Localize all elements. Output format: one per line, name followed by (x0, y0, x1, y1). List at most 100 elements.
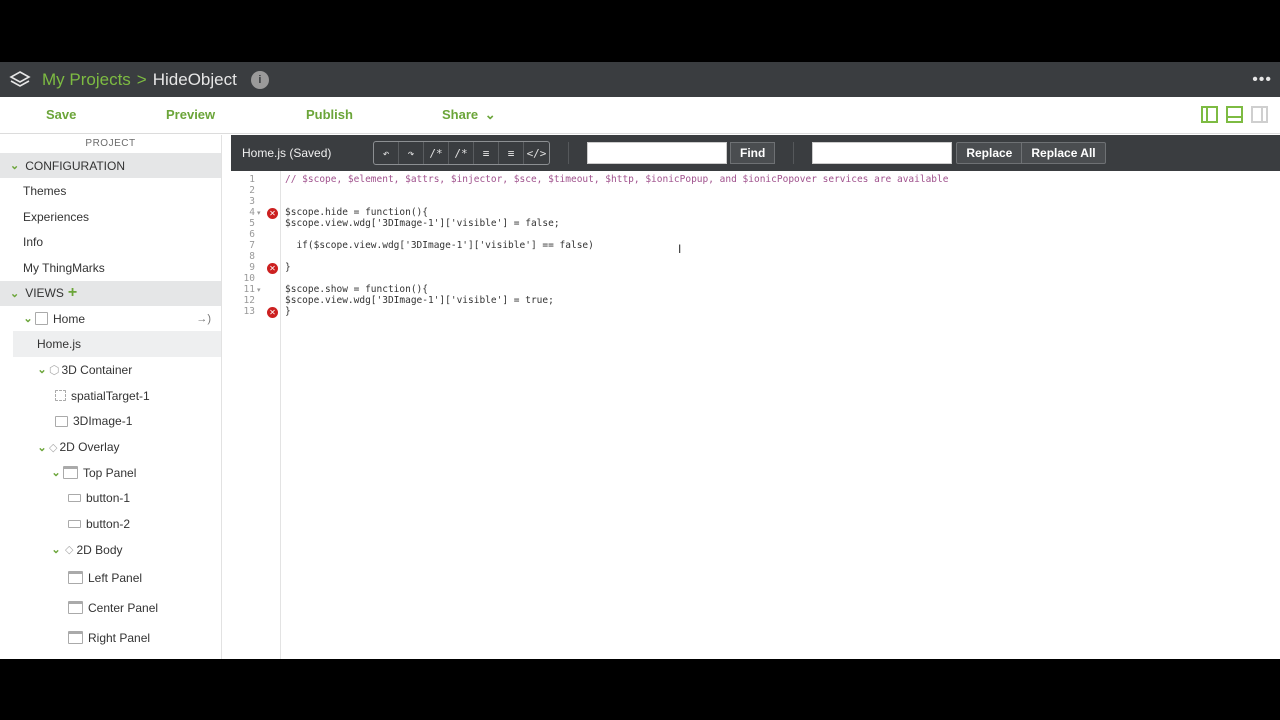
configuration-label: CONFIGURATION (25, 158, 125, 173)
fold-arrow-icon[interactable]: ▾ (257, 286, 261, 294)
tree-item-right-panel[interactable]: Right Panel (0, 623, 221, 653)
views-section-header[interactable]: ⌄ VIEWS + (0, 280, 221, 306)
tree-item-3dimage-1[interactable]: 3DImage-1 (0, 409, 221, 435)
button-widget-icon (68, 494, 81, 503)
undo-icon[interactable]: ↶ (374, 142, 399, 164)
comment-icon[interactable]: /* (424, 142, 449, 164)
line-number: 2 (249, 185, 255, 196)
replace-input[interactable] (812, 142, 953, 164)
breadcrumb-my-projects[interactable]: My Projects (42, 70, 131, 90)
tree-item-home[interactable]: ⌄ Home →) (0, 306, 221, 332)
line-number: 8 (249, 251, 255, 262)
outdent-icon[interactable]: ≡ (499, 142, 524, 164)
tree-item-button-1[interactable]: button-1 (0, 486, 221, 512)
replace-all-button[interactable]: Replace All (1022, 142, 1106, 164)
line-number: 1 (249, 174, 255, 185)
navigate-arrow-icon[interactable]: →) (196, 313, 211, 325)
project-title: HideObject (152, 69, 237, 89)
tree-item-2d-overlay[interactable]: ⌄ ◇ 2D Overlay (0, 434, 221, 460)
layers-icon: ◇ (49, 441, 58, 454)
editor-file-title: Home.js (Saved) (242, 146, 332, 160)
chevron-down-icon: ⌄ (23, 313, 33, 326)
tree-label-left-panel: Left Panel (88, 570, 143, 585)
error-marker-icon[interactable]: ✕ (267, 208, 278, 219)
button-widget-icon (68, 520, 81, 529)
preview-button[interactable]: Preview (166, 107, 215, 122)
views-label: VIEWS (25, 286, 64, 301)
tree-item-3d-container[interactable]: ⌄ ⬡ 3D Container (0, 357, 221, 383)
tree-item-left-panel[interactable]: Left Panel (0, 563, 221, 593)
target-icon (55, 390, 66, 402)
sidebar-item-themes[interactable]: Themes (0, 178, 221, 204)
uncomment-icon[interactable]: /* (449, 142, 474, 164)
code-format-icon[interactable]: </> (524, 142, 549, 164)
more-options-icon[interactable]: ••• (1252, 71, 1272, 89)
cube-icon: ⬡ (49, 362, 60, 377)
replace-button[interactable]: Replace (956, 142, 1023, 164)
code-line: } (285, 306, 291, 317)
tree-label-button-2: button-2 (86, 517, 131, 532)
fold-arrow-icon[interactable]: ▾ (257, 209, 261, 217)
code-line: $scope.view.wdg['3DImage-1']['visible'] … (285, 295, 554, 306)
find-input[interactable] (587, 142, 727, 164)
code-line: if($scope.view.wdg['3DImage-1']['visible… (285, 240, 594, 251)
tree-label-top-panel: Top Panel (83, 465, 137, 480)
redo-icon[interactable]: ↷ (399, 142, 424, 164)
code-line: } (285, 262, 291, 273)
code-line: $scope.show = function(){ (285, 284, 428, 295)
left-panel-layout-icon[interactable] (1201, 106, 1218, 123)
image-icon (55, 415, 68, 427)
publish-button[interactable]: Publish (306, 107, 353, 122)
action-bar: Save Preview Publish Share ⌄ (0, 97, 1280, 134)
chevron-down-icon: ⌄ (51, 544, 61, 557)
chevron-down-icon: ⌄ (10, 160, 20, 172)
sidebar-item-info[interactable]: Info (0, 229, 221, 255)
tree-item-center-panel[interactable]: Center Panel (0, 593, 221, 623)
layers-icon: ◇ (65, 544, 74, 557)
line-number: 13 (243, 306, 255, 317)
tree-item-top-panel[interactable]: ⌄ Top Panel (0, 460, 221, 486)
project-info-icon[interactable]: i (250, 70, 269, 89)
code-line: $scope.view.wdg['3DImage-1']['visible'] … (285, 218, 560, 229)
tree-label-3dimage-1: 3DImage-1 (73, 414, 133, 429)
tree-label-home: Home (53, 311, 86, 326)
sidebar-item-experiences[interactable]: Experiences (0, 204, 221, 230)
sidebar-title: PROJECT (85, 138, 136, 149)
line-number: 9 (249, 262, 255, 273)
text-cursor-icon: I (678, 242, 682, 256)
tree-label-home-js: Home.js (37, 337, 82, 352)
line-number: 4 (249, 207, 255, 218)
add-view-icon[interactable]: + (68, 284, 77, 302)
indent-icon[interactable]: ≡ (474, 142, 499, 164)
configuration-section-header[interactable]: ⌄ CONFIGURATION (0, 153, 221, 178)
code-area[interactable]: // $scope, $element, $attrs, $injector, … (281, 171, 1280, 659)
sidebar-item-my-thingmarks[interactable]: My ThingMarks (0, 255, 221, 281)
right-panel-layout-icon[interactable] (1251, 106, 1268, 123)
tree-item-home-js[interactable]: Home.js (13, 331, 221, 358)
layers-logo-icon[interactable] (8, 68, 32, 92)
tree-label-center-panel: Center Panel (88, 600, 159, 615)
line-number: 3 (249, 196, 255, 207)
error-marker-icon[interactable]: ✕ (267, 307, 278, 318)
layout-toggle-group (1201, 106, 1268, 123)
share-button[interactable]: Share ⌄ (442, 107, 496, 123)
panel-icon (68, 631, 83, 645)
error-marker-icon[interactable]: ✕ (267, 263, 278, 274)
editor-toolbar: Home.js (Saved) ↶ ↷ /* /* ≡ ≡ </> Find R… (231, 135, 1280, 171)
save-button[interactable]: Save (46, 107, 76, 122)
code-editor: Home.js (Saved) ↶ ↷ /* /* ≡ ≡ </> Find R… (231, 135, 1280, 659)
code-line: // $scope, $element, $attrs, $injector, … (285, 174, 949, 185)
share-label: Share (442, 107, 479, 122)
line-number: 6 (249, 229, 255, 240)
line-number: 11 (243, 284, 255, 295)
tree-item-button-2[interactable]: button-2 (0, 511, 221, 537)
bottom-panel-layout-icon[interactable] (1226, 106, 1243, 123)
tree-label-2d-body: 2D Body (76, 542, 123, 557)
line-number: 7 (249, 240, 255, 251)
chevron-down-icon: ⌄ (484, 107, 496, 122)
line-number: 5 (249, 218, 255, 229)
find-button[interactable]: Find (730, 142, 776, 164)
tree-item-2d-body[interactable]: ⌄ ◇ 2D Body (0, 537, 221, 563)
line-number: 10 (243, 273, 255, 284)
tree-item-spatial-target[interactable]: spatialTarget-1 (0, 383, 221, 409)
